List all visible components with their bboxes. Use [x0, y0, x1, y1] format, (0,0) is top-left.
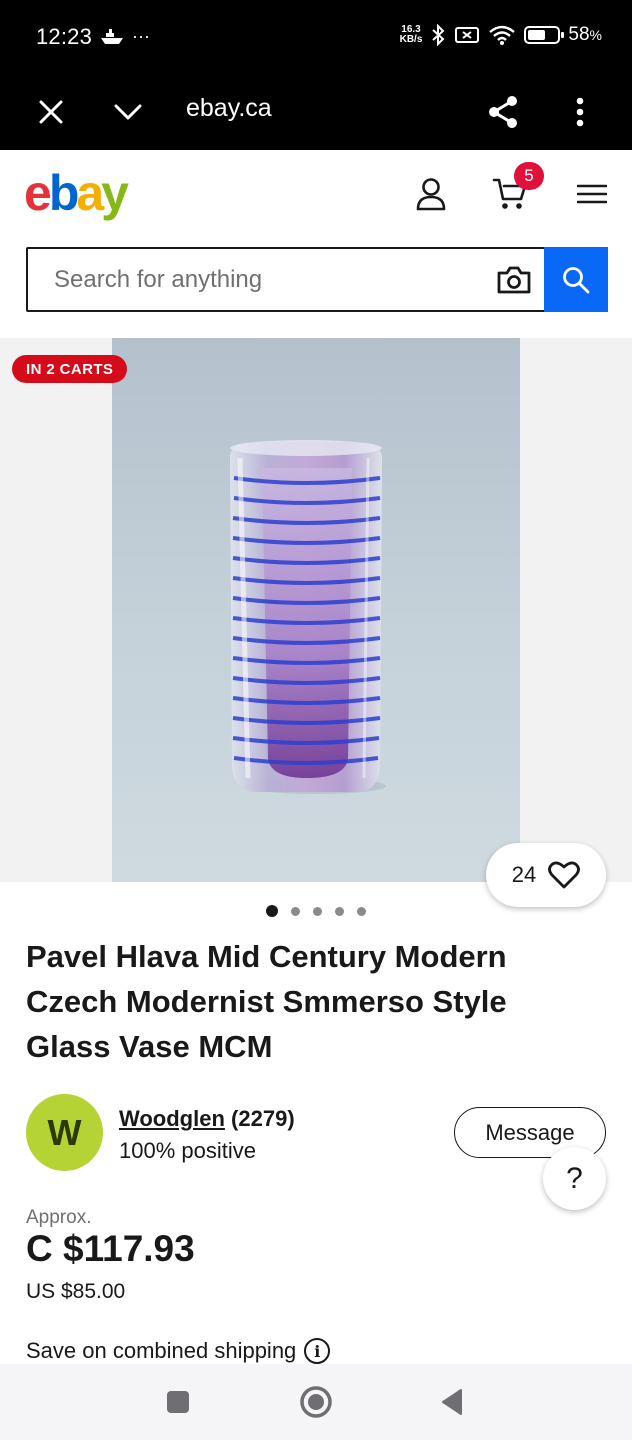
status-right: 16.3 KB/s 58% — [400, 24, 602, 46]
watch-count: 24 — [511, 862, 537, 887]
back-triangle-icon — [442, 1389, 462, 1415]
logo-letter-a: a — [76, 165, 104, 221]
seller-feedback-count: (2279) — [231, 1106, 295, 1131]
bluetooth-icon — [432, 24, 445, 46]
status-bar: 12:23 ··· 16.3 KB/s 58% — [0, 0, 632, 76]
system-nav-bar — [0, 1364, 632, 1440]
combined-shipping-text: Save on combined shipping — [26, 1338, 297, 1363]
watch-button[interactable]: 24 — [486, 843, 606, 907]
battery-percent: 58 — [568, 24, 590, 45]
in-carts-badge: IN 2 CARTS — [12, 355, 128, 383]
ebay-logo[interactable]: ebay — [24, 164, 129, 222]
listing-title: Pavel Hlava Mid Century Modern Czech Mod… — [26, 939, 507, 1064]
no-sim-icon — [455, 27, 480, 43]
price-usd: US $85.00 — [26, 1280, 126, 1303]
battery-level — [528, 30, 545, 40]
wifi-icon — [489, 25, 516, 45]
net-speed: 16.3 KB/s — [400, 25, 423, 45]
pagination-dot-2[interactable] — [291, 906, 300, 916]
search-button[interactable] — [544, 247, 608, 312]
image-pagination-dots — [266, 905, 366, 917]
logo-letter-b: b — [48, 165, 79, 221]
home-circle-icon — [300, 1386, 332, 1418]
pagination-dot-1[interactable] — [266, 905, 278, 917]
info-icon[interactable]: i — [304, 1338, 331, 1364]
search-icon — [563, 266, 590, 293]
glass-vase-image — [230, 440, 386, 794]
seller-info: Woodglen (2279) — [119, 1106, 295, 1132]
account-icon — [416, 178, 446, 211]
menu-icon — [577, 184, 607, 204]
share-button[interactable] — [485, 94, 521, 130]
net-speed-unit: KB/s — [399, 34, 423, 45]
close-tab-button[interactable] — [33, 94, 69, 130]
status-time: 12:23 — [36, 24, 93, 49]
boat-icon — [101, 28, 123, 44]
chevron-down-icon — [114, 104, 142, 120]
image-search-button[interactable] — [484, 249, 544, 310]
close-icon — [39, 100, 63, 124]
account-button[interactable] — [411, 174, 451, 214]
product-photo[interactable] — [112, 338, 520, 882]
search-bar — [26, 247, 608, 312]
home-button[interactable] — [298, 1384, 334, 1420]
url-text[interactable]: ebay.ca — [186, 94, 272, 123]
seller-avatar[interactable]: W — [26, 1094, 103, 1171]
pagination-dot-4[interactable] — [335, 906, 344, 916]
help-button[interactable]: ? — [543, 1147, 606, 1210]
cart-count-badge: 5 — [514, 162, 544, 190]
back-button[interactable] — [434, 1384, 470, 1420]
battery-icon — [524, 26, 565, 44]
more-vert-icon — [576, 97, 584, 127]
logo-letter-y: y — [101, 165, 129, 221]
battery-suffix: % — [589, 27, 602, 43]
menu-button[interactable] — [572, 174, 612, 214]
recents-button[interactable] — [160, 1384, 196, 1420]
more-menu-button[interactable] — [562, 94, 598, 130]
combined-shipping-row[interactable]: Save on combined shipping i — [26, 1338, 331, 1364]
search-input[interactable] — [28, 249, 484, 310]
camera-icon — [497, 266, 531, 293]
more-notifications-dots: ··· — [132, 26, 150, 46]
battery-text: 58% — [568, 24, 602, 46]
recents-square-icon — [167, 1391, 189, 1413]
seller-name-link[interactable]: Woodglen — [119, 1106, 225, 1131]
logo-letter-e: e — [24, 165, 52, 221]
collapse-button[interactable] — [110, 94, 146, 130]
pagination-dot-5[interactable] — [357, 906, 366, 916]
share-icon — [489, 96, 517, 128]
status-left-icons: ··· — [100, 26, 150, 47]
browser-toolbar: ebay.ca — [0, 76, 632, 150]
seller-positive-feedback: 100% positive — [119, 1138, 256, 1163]
pagination-dot-3[interactable] — [313, 906, 322, 916]
heart-icon — [548, 861, 581, 889]
image-gallery[interactable] — [0, 338, 632, 882]
price-cad: C $117.93 — [26, 1228, 195, 1269]
approx-label: Approx. — [26, 1207, 92, 1228]
